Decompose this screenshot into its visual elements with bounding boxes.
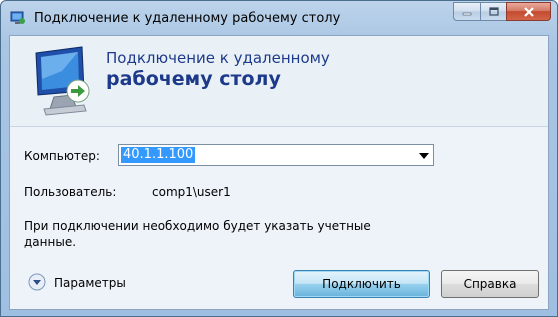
rdp-window: Подключение к удаленному рабочему столу — [0, 0, 558, 317]
banner-title-line1: Подключение к удаленному — [106, 49, 330, 67]
user-value: comp1\user1 — [152, 185, 231, 199]
connect-button[interactable]: Подключить — [293, 270, 430, 298]
close-icon — [523, 6, 534, 17]
maximize-icon — [488, 7, 499, 16]
help-button[interactable]: Справка — [441, 270, 539, 298]
close-button[interactable] — [506, 2, 551, 21]
maximize-button[interactable] — [480, 2, 506, 21]
expand-options-icon[interactable] — [28, 273, 46, 291]
options-label[interactable]: Параметры — [54, 276, 126, 290]
dialog-client: Подключение к удаленному рабочему столу … — [9, 35, 549, 310]
user-label: Пользователь: — [24, 185, 117, 199]
window-title: Подключение к удаленному рабочему столу — [34, 11, 341, 26]
computer-combobox[interactable]: 40.1.1.100 — [118, 144, 434, 166]
title-bar[interactable]: Подключение к удаленному рабочему столу — [1, 1, 557, 35]
computer-label: Компьютер: — [24, 149, 100, 163]
dropdown-arrow-icon[interactable] — [419, 153, 429, 159]
computer-value[interactable]: 40.1.1.100 — [121, 147, 196, 163]
banner-title-line2: рабочему столу — [106, 68, 281, 90]
caption-buttons — [453, 2, 551, 22]
connection-form: Компьютер: 40.1.1.100 Пользователь: comp… — [10, 127, 548, 309]
minimize-icon — [462, 12, 472, 15]
rdp-app-icon — [10, 11, 25, 24]
header-banner: Подключение к удаленному рабочему столу — [10, 36, 548, 127]
credentials-note: При подключении необходимо будет указать… — [24, 219, 371, 249]
rdp-monitor-icon — [35, 46, 90, 116]
minimize-button[interactable] — [453, 2, 480, 21]
